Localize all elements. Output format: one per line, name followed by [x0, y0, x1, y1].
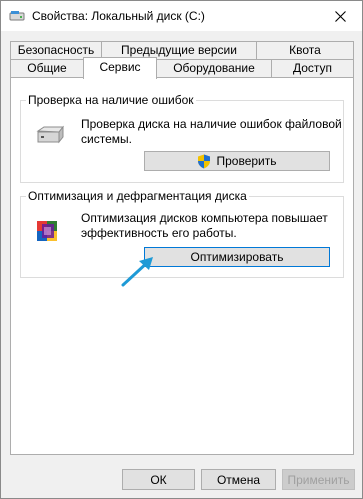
uac-shield-icon [198, 154, 211, 168]
tab-hardware[interactable]: Оборудование [156, 59, 272, 78]
close-button[interactable] [318, 1, 362, 31]
optimize-group: Оптимизация и дефрагментация диска Оптим… [20, 189, 344, 278]
cancel-button-label: Отмена [216, 472, 261, 487]
optimize-button-label: Оптимизировать [190, 250, 284, 264]
check-button[interactable]: Проверить [144, 151, 330, 171]
window-title: Свойства: Локальный диск (C:) [32, 9, 205, 23]
optimize-title: Оптимизация и дефрагментация диска [26, 189, 249, 203]
pointer-arrow-icon [121, 257, 153, 287]
defrag-icon [37, 221, 57, 241]
error-check-group: Проверка на наличие ошибок Проверка диск… [20, 93, 344, 183]
optimize-description: Оптимизация дисков компьютера повышает э… [81, 211, 328, 240]
tab-service[interactable]: Сервис [83, 57, 157, 79]
error-check-title: Проверка на наличие ошибок [26, 93, 196, 107]
ok-button-label: ОК [150, 472, 167, 487]
service-tab-panel: Проверка на наличие ошибок Проверка диск… [10, 77, 354, 455]
title-bar: Свойства: Локальный диск (C:) [1, 1, 362, 31]
optimize-button[interactable]: Оптимизировать [144, 247, 330, 267]
hard-drive-icon [36, 125, 65, 144]
drive-icon [9, 11, 25, 21]
cancel-button[interactable]: Отмена [201, 469, 276, 490]
tab-hardware-label: Оборудование [173, 61, 255, 75]
apply-button-label: Применить [287, 472, 350, 487]
ok-button[interactable]: ОК [122, 469, 195, 490]
tab-service-label: Сервис [99, 60, 141, 74]
tab-previous-versions-label: Предыдущие версии [121, 43, 237, 57]
properties-dialog: Свойства: Локальный диск (C:) Безопаснос… [0, 0, 363, 499]
tab-sharing-label: Доступ [292, 61, 333, 75]
tab-general-label: Общие [27, 61, 67, 75]
tab-sharing[interactable]: Доступ [271, 59, 354, 78]
tab-quota-label: Квота [289, 43, 321, 57]
check-button-label: Проверить [216, 154, 277, 168]
tab-quota[interactable]: Квота [256, 41, 354, 59]
apply-button[interactable]: Применить [282, 469, 355, 490]
error-check-description: Проверка диска на наличие ошибок файлово… [81, 117, 342, 146]
tab-general[interactable]: Общие [10, 59, 84, 78]
close-icon [334, 10, 346, 22]
tab-security-label: Безопасность [17, 43, 95, 57]
